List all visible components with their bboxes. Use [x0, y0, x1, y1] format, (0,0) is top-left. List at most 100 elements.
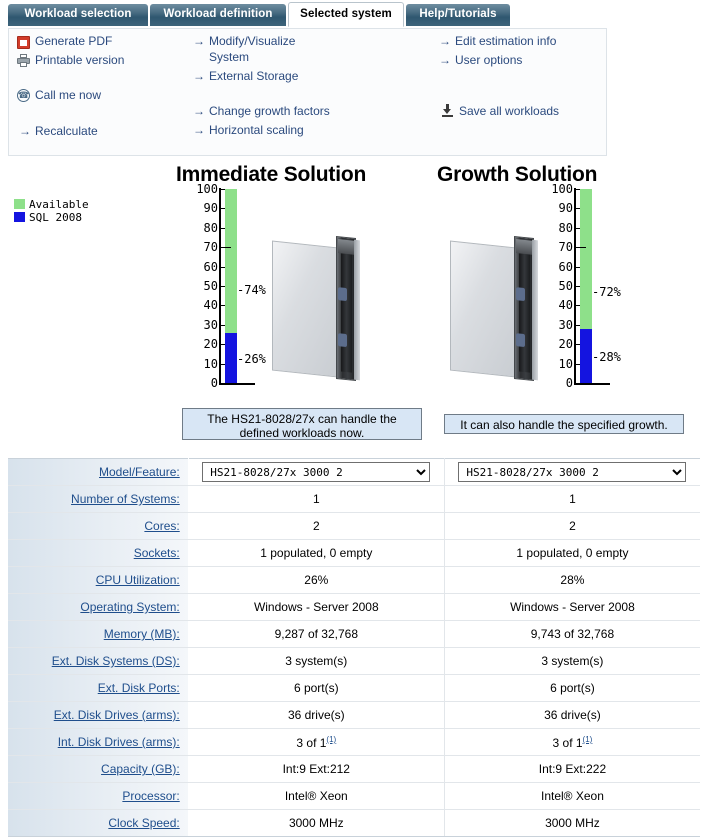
growth-tickmark-20 — [576, 344, 580, 346]
call-me-now-link[interactable]: Call me now — [35, 88, 101, 103]
growth-ytick-20: 20 — [558, 337, 573, 352]
immediate-bar-available — [225, 189, 237, 333]
immediate-solution-chart: 0 10 20 30 40 50 60 70 80 90 100 -74% -26% — [186, 183, 266, 393]
modify-visualize-system-link-line2[interactable]: System — [209, 50, 249, 65]
growth-value-cell: 3 system(s) — [444, 647, 700, 675]
immediate-tickmark-80 — [221, 227, 225, 229]
table-row: Ext. Disk Systems (DS): 3 system(s) 3 syst… — [8, 647, 700, 675]
row-label-link[interactable]: Ext. Disk Ports: — [98, 681, 180, 695]
row-label-link[interactable]: Sockets: — [134, 546, 180, 560]
immediate-value-cell: 3 system(s) — [188, 647, 445, 675]
row-label-link[interactable]: Ext. Disk Drives (arms): — [54, 708, 180, 722]
tab-workload-selection[interactable]: Workload selection — [8, 4, 148, 26]
growth-ytick-80: 80 — [558, 220, 573, 235]
user-options-link[interactable]: User options — [455, 53, 522, 68]
table-row: Capacity (GB): Int:9 Ext:212 Int:9 Ext:222 — [8, 755, 700, 783]
row-label-link[interactable]: Operating System: — [80, 600, 179, 614]
generate-pdf-link[interactable]: Generate PDF — [35, 34, 112, 49]
immediate-label-sql2008: -26% — [237, 351, 266, 366]
growth-ytick-30: 30 — [558, 317, 573, 332]
tab-help-tutorials[interactable]: Help/Tutorials — [406, 4, 510, 26]
change-growth-factors-link[interactable]: Change growth factors — [209, 104, 330, 119]
growth-bar-sql2008 — [580, 328, 592, 383]
horizontal-scaling-arrow-icon: → — [193, 123, 205, 137]
row-label-link[interactable]: Clock Speed: — [108, 816, 179, 830]
row-label-link[interactable]: CPU Utilization: — [96, 573, 180, 587]
row-label-cell: Model/Feature: — [8, 458, 189, 486]
row-label-link[interactable]: Memory (MB): — [104, 627, 180, 641]
growth-solution-title: Growth Solution — [437, 163, 598, 186]
growth-footnote-link[interactable]: (1) — [583, 735, 593, 744]
growth-ytick-40: 40 — [558, 298, 573, 313]
modify-visualize-system-link[interactable]: Modify/Visualize — [209, 34, 295, 49]
immediate-ytick-70: 70 — [203, 240, 218, 255]
immediate-ytick-30: 30 — [203, 317, 218, 332]
growth-label-available: -72% — [592, 285, 621, 300]
immediate-tickmark-60 — [221, 266, 225, 268]
table-row: Model/Feature: HS21-8028/27x 3000 2 HS21-8… — [8, 458, 700, 486]
row-label-link[interactable]: Ext. Disk Systems (DS): — [52, 654, 180, 668]
immediate-ytick-0: 0 — [210, 376, 218, 390]
immediate-solution-message: The HS21-8028/27x can handle the defined… — [182, 408, 422, 440]
growth-value-cell: 1 — [444, 485, 700, 513]
growth-pointer-tick — [576, 247, 586, 249]
pdf-icon — [17, 36, 30, 49]
immediate-ytick-40: 40 — [203, 298, 218, 313]
immediate-ytick-20: 20 — [203, 337, 218, 352]
printable-version-link[interactable]: Printable version — [35, 53, 124, 68]
external-storage-link[interactable]: External Storage — [209, 69, 298, 84]
immediate-footnote-link[interactable]: (1) — [326, 735, 336, 744]
growth-value-cell: 3 of 1(1) — [444, 728, 700, 756]
growth-footnote[interactable]: (1) — [583, 734, 593, 745]
growth-ytick-70: 70 — [558, 240, 573, 255]
legend-item-sql2008: SQL 2008 — [14, 211, 89, 224]
growth-ytick-100: 100 — [551, 182, 573, 196]
immediate-pointer-tick — [221, 247, 231, 249]
immediate-value-cell: HS21-8028/27x 3000 2 — [188, 458, 445, 486]
row-label-link[interactable]: Processor: — [122, 789, 179, 803]
immediate-ytick-90: 90 — [203, 201, 218, 216]
edit-estimation-info-link[interactable]: Edit estimation info — [455, 34, 556, 49]
growth-value-cell: Int:9 Ext:222 — [444, 755, 700, 783]
growth-value-cell: Intel® Xeon — [444, 782, 700, 810]
action-panel: Generate PDF Printable version ☎ Call me… — [8, 28, 607, 156]
immediate-value-cell: 1 — [188, 485, 445, 513]
immediate-ytick-100: 100 — [196, 182, 218, 196]
growth-ytick-0: 0 — [565, 376, 573, 390]
row-label-cell: Ext. Disk Ports: — [8, 674, 189, 702]
growth-model-feature-select[interactable]: HS21-8028/27x 3000 2 — [458, 462, 687, 482]
save-all-workloads-link[interactable]: Save all workloads — [459, 104, 559, 119]
row-label-cell: Cores: — [8, 512, 189, 540]
growth-value-cell: 36 drive(s) — [444, 701, 700, 729]
row-label-link[interactable]: Number of Systems: — [71, 492, 180, 506]
growth-ytick-50: 50 — [558, 279, 573, 293]
horizontal-scaling-link[interactable]: Horizontal scaling — [209, 123, 304, 138]
row-label-cell: Operating System: — [8, 593, 189, 621]
change-growth-factors-arrow-icon: → — [193, 104, 205, 118]
growth-tickmark-10 — [576, 363, 580, 365]
modify-system-arrow-icon: → — [193, 34, 205, 48]
immediate-value-cell: 1 populated, 0 empty — [188, 539, 445, 567]
row-label-link[interactable]: Int. Disk Drives (arms): — [58, 735, 180, 749]
tab-workload-definition[interactable]: Workload definition — [150, 4, 286, 26]
row-label-link[interactable]: Cores: — [144, 519, 179, 533]
immediate-model-feature-select[interactable]: HS21-8028/27x 3000 2 — [202, 462, 431, 482]
growth-value-cell: 9,743 of 32,768 — [444, 620, 700, 648]
immediate-value-cell: 36 drive(s) — [188, 701, 445, 729]
external-storage-arrow-icon: → — [193, 69, 205, 83]
immediate-value-cell: Intel® Xeon — [188, 782, 445, 810]
row-label-link[interactable]: Model/Feature: — [99, 465, 180, 479]
growth-tickmark-30 — [576, 324, 580, 326]
row-label-cell: Capacity (GB): — [8, 755, 189, 783]
immediate-tickmark-100 — [221, 189, 225, 190]
immediate-value-cell: 6 port(s) — [188, 674, 445, 702]
tab-selected-system[interactable]: Selected system — [288, 2, 404, 27]
legend-swatch-sql2008 — [14, 212, 25, 222]
growth-tickmark-100 — [576, 189, 580, 190]
chart-legend: Available SQL 2008 — [14, 198, 89, 224]
row-label-cell: CPU Utilization: — [8, 566, 189, 594]
immediate-footnote[interactable]: (1) — [326, 734, 336, 745]
table-row: Processor: Intel® Xeon Intel® Xeon — [8, 782, 700, 810]
recalculate-link[interactable]: Recalculate — [35, 124, 98, 139]
row-label-link[interactable]: Capacity (GB): — [101, 762, 180, 776]
